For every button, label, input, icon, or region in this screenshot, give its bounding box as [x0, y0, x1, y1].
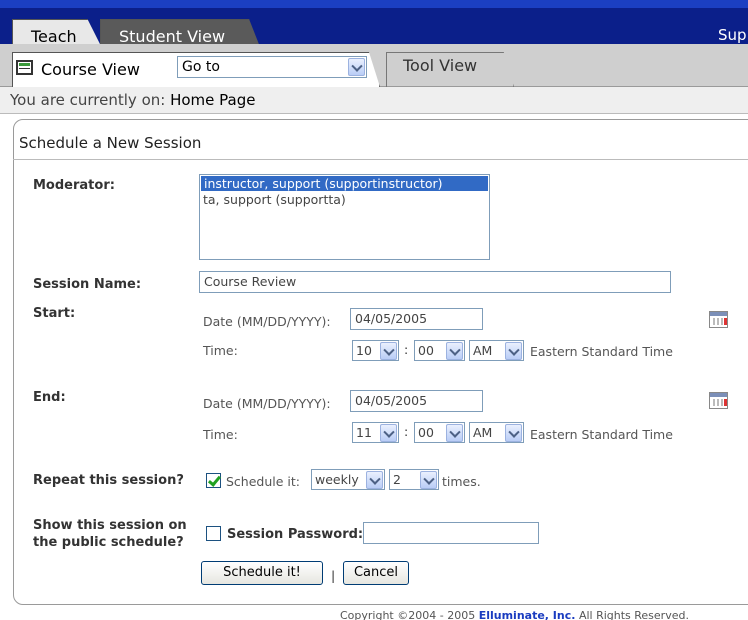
cancel-button[interactable]: Cancel	[343, 561, 409, 585]
public-schedule-label-line1: Show this session on	[33, 518, 187, 533]
start-hour-value: 10	[356, 343, 372, 358]
breadcrumb: You are currently on: Home Page	[0, 87, 748, 114]
chevron-down-icon[interactable]	[446, 424, 463, 442]
end-label: End:	[33, 390, 66, 405]
end-time-label: Time:	[203, 427, 238, 442]
moderator-label: Moderator:	[33, 178, 115, 193]
end-minute-value: 00	[418, 425, 434, 440]
start-minute-value: 00	[418, 343, 434, 358]
session-name-label: Session Name:	[33, 277, 142, 292]
session-name-input[interactable]: Course Review	[199, 271, 671, 293]
course-view-bar: Course View Go to Tool View	[0, 44, 748, 87]
copyright: Copyright ©2004 - 2005 Elluminate, Inc. …	[340, 609, 689, 620]
time-colon: :	[404, 424, 409, 439]
times-label: times.	[442, 474, 481, 489]
chevron-down-icon[interactable]	[505, 342, 522, 360]
start-date-value: 04/05/2005	[355, 311, 428, 326]
support-link[interactable]: Sup	[718, 26, 747, 44]
end-minute-select[interactable]: 00	[414, 422, 465, 443]
company-link[interactable]: Elluminate, Inc.	[479, 609, 576, 620]
chevron-down-icon[interactable]	[505, 424, 522, 442]
chevron-down-icon[interactable]	[366, 471, 383, 489]
end-ampm-select[interactable]: AM	[469, 422, 524, 443]
copyright-prefix: Copyright ©2004 - 2005	[340, 609, 476, 620]
time-colon: :	[404, 342, 409, 357]
repeat-label: Repeat this session?	[33, 473, 184, 488]
start-ampm-select[interactable]: AM	[469, 340, 524, 361]
moderator-option[interactable]: ta, support (supportta)	[200, 192, 489, 207]
schedule-button-label: Schedule it!	[223, 565, 301, 580]
session-password-label: Session Password:	[227, 527, 364, 542]
chevron-down-icon[interactable]	[380, 342, 397, 360]
schedule-button[interactable]: Schedule it!	[201, 561, 323, 585]
copyright-suffix: All Rights Reserved.	[578, 609, 689, 620]
public-schedule-checkbox[interactable]	[206, 526, 221, 541]
start-time-label: Time:	[203, 343, 238, 358]
chevron-down-icon[interactable]	[446, 342, 463, 360]
start-date-input[interactable]: 04/05/2005	[350, 308, 483, 330]
session-password-input[interactable]	[363, 522, 539, 544]
chevron-down-icon[interactable]	[380, 424, 397, 442]
schedule-it-label: Schedule it:	[226, 474, 300, 489]
tab-tool-view[interactable]: Tool View	[386, 52, 514, 87]
goto-select-value: Go to	[182, 59, 220, 75]
end-date-value: 04/05/2005	[355, 393, 428, 408]
goto-select[interactable]: Go to	[177, 56, 367, 78]
cancel-button-label: Cancel	[353, 565, 399, 580]
start-hour-select[interactable]: 10	[352, 340, 399, 361]
breadcrumb-prefix: You are currently on:	[10, 91, 166, 109]
calendar-icon	[16, 60, 33, 75]
repeat-count-value: 2	[393, 472, 401, 487]
panel-title: Schedule a New Session	[19, 134, 202, 152]
breadcrumb-current-page: Home Page	[170, 91, 256, 109]
repeat-checkbox[interactable]	[206, 473, 221, 488]
course-view-label: Course View	[41, 60, 140, 79]
chevron-down-icon[interactable]	[348, 58, 365, 76]
start-calendar-icon[interactable]	[709, 311, 728, 328]
top-nav-bar: Teach Student View Sup	[0, 0, 748, 52]
tab-tool-view-label: Tool View	[403, 56, 478, 75]
repeat-count-select[interactable]: 2	[389, 469, 439, 490]
end-date-label: Date (MM/DD/YYYY):	[203, 396, 331, 411]
repeat-frequency-select[interactable]: weekly	[311, 469, 385, 490]
end-hour-value: 11	[356, 425, 372, 440]
start-timezone: Eastern Standard Time	[530, 344, 673, 359]
repeat-frequency-value: weekly	[315, 472, 359, 487]
start-date-label: Date (MM/DD/YYYY):	[203, 314, 331, 329]
moderator-option[interactable]: instructor, support (supportinstructor)	[201, 176, 488, 191]
session-name-value: Course Review	[204, 274, 297, 289]
end-hour-select[interactable]: 11	[352, 422, 399, 443]
start-minute-select[interactable]: 00	[414, 340, 465, 361]
button-separator: |	[331, 568, 336, 583]
start-label: Start:	[33, 306, 76, 321]
end-timezone: Eastern Standard Time	[530, 427, 673, 442]
moderator-listbox[interactable]: instructor, support (supportinstructor) …	[199, 174, 490, 260]
end-calendar-icon[interactable]	[709, 392, 728, 409]
end-date-input[interactable]: 04/05/2005	[350, 390, 483, 412]
start-ampm-value: AM	[473, 343, 493, 358]
public-schedule-label-line2: the public schedule?	[33, 535, 184, 550]
divider	[13, 159, 748, 160]
end-ampm-value: AM	[473, 425, 493, 440]
chevron-down-icon[interactable]	[420, 471, 437, 489]
